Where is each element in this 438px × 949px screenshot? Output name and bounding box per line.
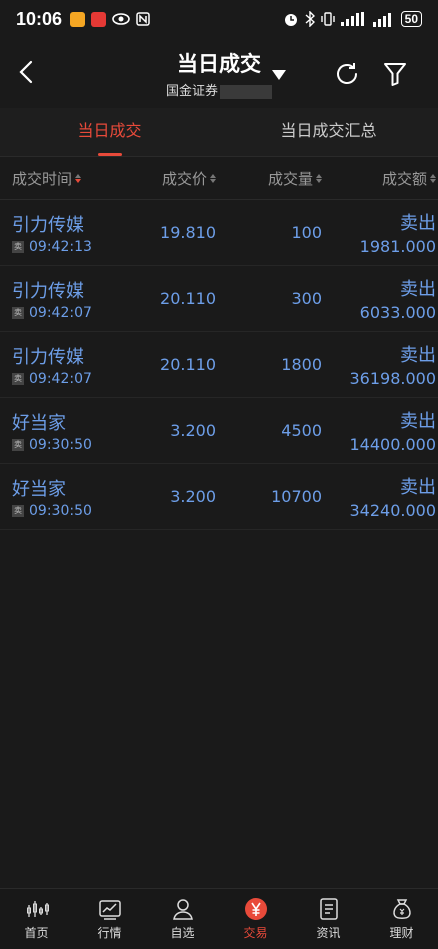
broker-name: 国金证券 bbox=[165, 84, 218, 99]
battery-indicator: 50 bbox=[400, 11, 422, 27]
trade-direction: 卖出 bbox=[400, 477, 436, 498]
nav-watchlist[interactable]: 自选 bbox=[146, 889, 219, 949]
nav-trade-label: 交易 bbox=[243, 926, 268, 940]
sell-tag: 卖 bbox=[12, 438, 24, 451]
eye-icon bbox=[112, 13, 130, 25]
trade-price: 3.200 bbox=[170, 487, 216, 506]
tab-bar: 当日成交 当日成交汇总 bbox=[0, 108, 438, 156]
app-notification-icon bbox=[70, 11, 86, 27]
column-volume[interactable]: 成交量 bbox=[216, 168, 322, 189]
tab-today-summary[interactable]: 当日成交汇总 bbox=[219, 108, 438, 156]
trade-amount: 1981.000 bbox=[359, 237, 436, 256]
user-icon bbox=[172, 899, 193, 920]
account-mask bbox=[220, 84, 272, 99]
stock-name: 引力传媒 bbox=[12, 346, 84, 368]
trade-amount: 34240.000 bbox=[349, 501, 436, 520]
sell-tag: 卖 bbox=[12, 306, 24, 319]
signal-4g-icon bbox=[372, 13, 391, 27]
nav-wealth[interactable]: 理财 bbox=[365, 889, 438, 949]
sort-icon bbox=[75, 173, 82, 183]
vibrate-icon bbox=[320, 12, 335, 26]
trade-time: 09:30:50 bbox=[29, 436, 92, 453]
trade-volume: 300 bbox=[291, 289, 322, 308]
trade-direction: 卖出 bbox=[400, 213, 436, 234]
column-time-label: 成交时间 bbox=[12, 169, 73, 188]
table-header: 成交时间 成交价 成交量 成交额 bbox=[0, 156, 438, 200]
page-title: 当日成交 bbox=[177, 52, 261, 76]
trade-time: 09:30:50 bbox=[29, 502, 92, 519]
trade-amount: 36198.000 bbox=[349, 369, 436, 388]
trade-volume: 1800 bbox=[281, 355, 322, 374]
trade-list: 引力传媒 卖 09:42:13 19.810 100 卖出 1981.000 引力… bbox=[0, 200, 438, 530]
table-row[interactable]: 引力传媒 卖 09:42:07 20.110 300 卖出 6033.000 bbox=[0, 266, 438, 332]
nav-market[interactable]: 行情 bbox=[73, 889, 146, 949]
table-row[interactable]: 好当家 卖 09:30:50 3.200 4500 卖出 14400.000 bbox=[0, 398, 438, 464]
app-notification-icon bbox=[91, 11, 107, 27]
column-price[interactable]: 成交价 bbox=[132, 168, 216, 189]
nfc-icon bbox=[136, 12, 150, 26]
trade-time: 09:42:13 bbox=[29, 238, 92, 255]
trade-direction: 卖出 bbox=[400, 279, 436, 300]
sell-tag: 卖 bbox=[12, 240, 24, 253]
filter-icon[interactable] bbox=[382, 60, 408, 88]
trade-volume: 10700 bbox=[271, 487, 322, 506]
sell-tag: 卖 bbox=[12, 504, 24, 517]
column-price-label: 成交价 bbox=[161, 169, 207, 188]
candlestick-icon bbox=[26, 901, 49, 917]
nav-news[interactable]: 资讯 bbox=[292, 889, 365, 949]
trade-amount: 6033.000 bbox=[359, 303, 436, 322]
column-time[interactable]: 成交时间 bbox=[0, 168, 132, 189]
nav-news-label: 资讯 bbox=[316, 926, 341, 940]
document-icon bbox=[319, 898, 338, 920]
column-volume-label: 成交量 bbox=[267, 169, 313, 188]
nav-trade[interactable]: 交易 bbox=[219, 889, 292, 949]
trade-amount: 14400.000 bbox=[349, 435, 436, 454]
stock-name: 好当家 bbox=[12, 412, 66, 434]
trade-volume: 4500 bbox=[281, 421, 322, 440]
refresh-icon[interactable] bbox=[333, 60, 361, 88]
tab-today-trades[interactable]: 当日成交 bbox=[0, 108, 219, 156]
column-amount[interactable]: 成交额 bbox=[322, 168, 436, 189]
moneybag-icon bbox=[392, 899, 411, 919]
broker-account-selector[interactable]: 国金证券 bbox=[166, 80, 272, 99]
yen-icon bbox=[244, 898, 267, 920]
table-row[interactable]: 引力传媒 卖 09:42:07 20.110 1800 卖出 36198.000 bbox=[0, 332, 438, 398]
trade-price: 20.110 bbox=[160, 355, 216, 374]
trade-time: 09:42:07 bbox=[29, 304, 92, 321]
status-bar: 10:06 50 bbox=[0, 0, 438, 38]
nav-home-label: 首页 bbox=[24, 926, 49, 940]
trade-time: 09:42:07 bbox=[29, 370, 92, 387]
chart-icon bbox=[98, 900, 121, 920]
sell-tag: 卖 bbox=[12, 372, 24, 385]
nav-market-label: 行情 bbox=[97, 926, 122, 940]
account-dropdown-caret-icon[interactable] bbox=[272, 70, 286, 80]
stock-name: 好当家 bbox=[12, 478, 66, 500]
table-row[interactable]: 引力传媒 卖 09:42:13 19.810 100 卖出 1981.000 bbox=[0, 200, 438, 266]
title-bar: 当日成交 国金证券 bbox=[0, 38, 438, 108]
column-amount-label: 成交额 bbox=[381, 169, 427, 188]
trade-price: 19.810 bbox=[160, 223, 216, 242]
bluetooth-icon bbox=[305, 11, 315, 27]
table-row[interactable]: 好当家 卖 09:30:50 3.200 10700 卖出 34240.000 bbox=[0, 464, 438, 530]
bottom-nav: 首页 行情 自选 交易 资讯 理财 bbox=[0, 888, 438, 949]
sort-icon bbox=[430, 173, 436, 183]
status-time: 10:06 bbox=[16, 8, 63, 29]
trade-volume: 100 bbox=[291, 223, 322, 242]
trade-direction: 卖出 bbox=[400, 345, 436, 366]
nav-wealth-label: 理财 bbox=[389, 926, 414, 940]
nav-home[interactable]: 首页 bbox=[0, 889, 73, 949]
signal-icon bbox=[340, 12, 364, 26]
trade-price: 3.200 bbox=[170, 421, 216, 440]
alarm-icon bbox=[284, 14, 297, 26]
stock-name: 引力传媒 bbox=[12, 214, 84, 236]
stock-name: 引力传媒 bbox=[12, 280, 84, 302]
trade-price: 20.110 bbox=[160, 289, 216, 308]
nav-watchlist-label: 自选 bbox=[170, 926, 195, 940]
trade-direction: 卖出 bbox=[400, 411, 436, 432]
